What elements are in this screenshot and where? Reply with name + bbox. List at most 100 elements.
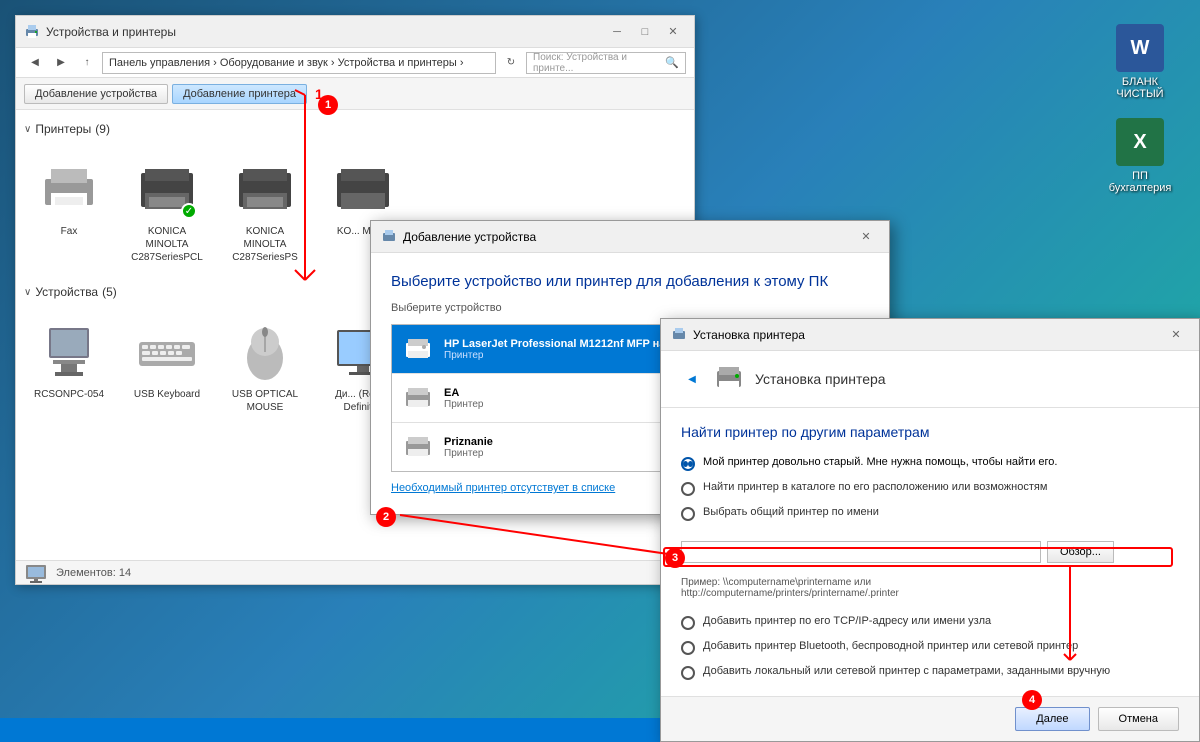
- missing-printer-link[interactable]: Необходимый принтер отсутствует в списке: [391, 482, 615, 494]
- install-dialog-title-text: Установка принтера: [693, 328, 805, 342]
- printer-fax[interactable]: Fax: [24, 148, 114, 273]
- printer-fax-label: Fax: [61, 225, 78, 238]
- device-keyboard[interactable]: USB Keyboard: [122, 311, 212, 423]
- radio-group: Мой принтер довольно старый. Мне нужна п…: [681, 456, 1179, 680]
- step-1: 1: [318, 95, 338, 115]
- printer-konica1-icon: ✓: [135, 157, 199, 221]
- radio-bluetooth-label: Добавить принтер Bluetooth, беспроводной…: [703, 640, 1078, 652]
- desktop-icon-blank[interactable]: W БЛАНК ЧИСТЫЙ: [1100, 20, 1180, 104]
- devices-section-count: (5): [102, 285, 117, 299]
- radio-tcpip[interactable]: Добавить принтер по его TCP/IP-адресу ил…: [681, 615, 1179, 630]
- browse-button[interactable]: Обзор...: [1047, 541, 1114, 563]
- install-dialog-body: Найти принтер по другим параметрам Мой п…: [661, 408, 1199, 696]
- add-printer-button[interactable]: Добавление принтера: [172, 84, 307, 104]
- status-bar: Элементов: 14: [16, 560, 694, 584]
- toolbar: Добавление устройства Добавление принтер…: [16, 78, 694, 110]
- radio-local-label: Добавить локальный или сетевой принтер с…: [703, 665, 1110, 677]
- radio-tcpip-label: Добавить принтер по его TCP/IP-адресу ил…: [703, 615, 991, 627]
- status-icon: [24, 563, 48, 583]
- address-path[interactable]: Панель управления › Оборудование и звук …: [102, 52, 496, 74]
- address-path-text: Панель управления › Оборудование и звук …: [109, 57, 464, 69]
- printer-list-sub-1: Принтер: [444, 399, 483, 410]
- install-dialog-header: ◀ Установка принтера: [661, 351, 1199, 408]
- device-mouse-icon: [233, 320, 297, 384]
- forward-button[interactable]: ▶: [50, 52, 72, 74]
- device-keyboard-label: USB Keyboard: [134, 388, 200, 401]
- word-icon: W: [1116, 24, 1164, 72]
- add-device-button[interactable]: Добавление устройства: [24, 84, 168, 104]
- printer-title-icon: [24, 24, 40, 40]
- device-rcsonpc[interactable]: RCSONPC-054: [24, 311, 114, 423]
- printer-name-input-group: Обзор...: [681, 541, 1179, 563]
- install-dialog-close-button[interactable]: ✕: [1163, 325, 1189, 345]
- device-rcsonpc-label: RCSONPC-054: [34, 388, 104, 401]
- add-device-dialog-controls: ✕: [853, 227, 879, 247]
- printer-list-icon-2: [402, 431, 434, 463]
- minimize-button[interactable]: ─: [604, 22, 630, 42]
- printers-section-label: Принтеры: [35, 122, 91, 136]
- printer-konica1[interactable]: ✓ KONICA MINOLTA C287SeriesPCL: [122, 148, 212, 273]
- radio-bluetooth-circle: [681, 641, 695, 655]
- desktop-icon-accounting[interactable]: X ПП бухгалтерия: [1100, 114, 1180, 198]
- radio-tcpip-circle: [681, 616, 695, 630]
- refresh-button[interactable]: ↻: [500, 52, 522, 74]
- radio-shared-circle: [681, 507, 695, 521]
- add-device-subheading: Выберите устройство: [391, 302, 869, 314]
- printer-other-icon: [331, 157, 395, 221]
- printer-list-icon-1: [402, 382, 434, 414]
- status-count: Элементов: 14: [56, 567, 131, 579]
- add-device-close-button[interactable]: ✕: [853, 227, 879, 247]
- add-device-heading: Выберите устройство или принтер для доба…: [391, 273, 869, 290]
- close-button[interactable]: ✕: [660, 22, 686, 42]
- install-dialog-title-bar: Установка принтера ✕: [661, 319, 1199, 351]
- radio-old-label: Мой принтер довольно старый. Мне нужна п…: [703, 456, 1057, 468]
- printer-list-name-1: EA: [444, 387, 483, 399]
- up-button[interactable]: ↑: [76, 52, 98, 74]
- radio-bluetooth[interactable]: Добавить принтер Bluetooth, беспроводной…: [681, 640, 1179, 655]
- printer-list-sub-2: Принтер: [444, 448, 493, 459]
- printer-fax-icon: [37, 157, 101, 221]
- maximize-button[interactable]: □: [632, 22, 658, 42]
- radio-shared[interactable]: Выбрать общий принтер по имени: [681, 506, 1179, 521]
- desktop-icon-accounting-label: ПП бухгалтерия: [1104, 170, 1176, 194]
- excel-icon: X: [1116, 118, 1164, 166]
- devices-section-label: Устройства: [35, 285, 98, 299]
- printer-name-input[interactable]: [681, 541, 1041, 563]
- printer-konica2[interactable]: KONICA MINOLTA C287SeriesPS: [220, 148, 310, 273]
- default-check-badge: ✓: [181, 203, 197, 219]
- device-keyboard-icon: [135, 320, 199, 384]
- radio-local[interactable]: Добавить локальный или сетевой принтер с…: [681, 665, 1179, 680]
- radio-old-printer[interactable]: Мой принтер довольно старый. Мне нужна п…: [681, 456, 1179, 471]
- printers-toggle[interactable]: ∨: [24, 124, 31, 135]
- devices-toggle[interactable]: ∨: [24, 287, 31, 298]
- device-mouse[interactable]: USB OPTICAL MOUSE: [220, 311, 310, 423]
- radio-catalog[interactable]: Найти принтер в каталоге по его располож…: [681, 481, 1179, 496]
- step-2: 2: [376, 507, 396, 527]
- printer-konica1-label: KONICA MINOLTA C287SeriesPCL: [131, 225, 203, 264]
- cancel-button[interactable]: Отмена: [1098, 707, 1179, 731]
- address-bar: ◀ ▶ ↑ Панель управления › Оборудование и…: [16, 48, 694, 78]
- radio-catalog-circle: [681, 482, 695, 496]
- search-icon: 🔍: [665, 56, 679, 69]
- step-3: 3: [665, 548, 685, 568]
- install-dialog-footer: Далее Отмена: [661, 696, 1199, 741]
- search-box[interactable]: Поиск: Устройства и принте... 🔍: [526, 52, 686, 74]
- printers-section-count: (9): [95, 122, 110, 136]
- printer-konica2-label: KONICA MINOLTA C287SeriesPS: [229, 225, 301, 264]
- install-dialog-back-button[interactable]: ◀: [681, 368, 703, 390]
- back-button[interactable]: ◀: [24, 52, 46, 74]
- window-title-text: Устройства и принтеры: [46, 25, 176, 39]
- printers-section-header: ∨ Принтеры (9): [24, 118, 686, 140]
- printer-konica2-icon: [233, 157, 297, 221]
- next-button[interactable]: Далее: [1015, 707, 1089, 731]
- desktop-icon-blank-label: БЛАНК ЧИСТЫЙ: [1104, 76, 1176, 100]
- window-title-left: Устройства и принтеры: [24, 24, 176, 40]
- add-device-dialog-title: Добавление устройства: [403, 230, 536, 244]
- radio-shared-label: Выбрать общий принтер по имени: [703, 506, 879, 518]
- add-device-dialog-title-bar: Добавление устройства ✕: [371, 221, 889, 253]
- printer-list-name-2: Priznanie: [444, 436, 493, 448]
- window-title-bar: Устройства и принтеры ─ □ ✕: [16, 16, 694, 48]
- radio-catalog-label: Найти принтер в каталоге по его располож…: [703, 481, 1047, 493]
- install-dialog-header-text: Установка принтера: [755, 371, 886, 387]
- desktop: W БЛАНК ЧИСТЫЙ X ПП бухгалтерия Устройст…: [0, 0, 1200, 718]
